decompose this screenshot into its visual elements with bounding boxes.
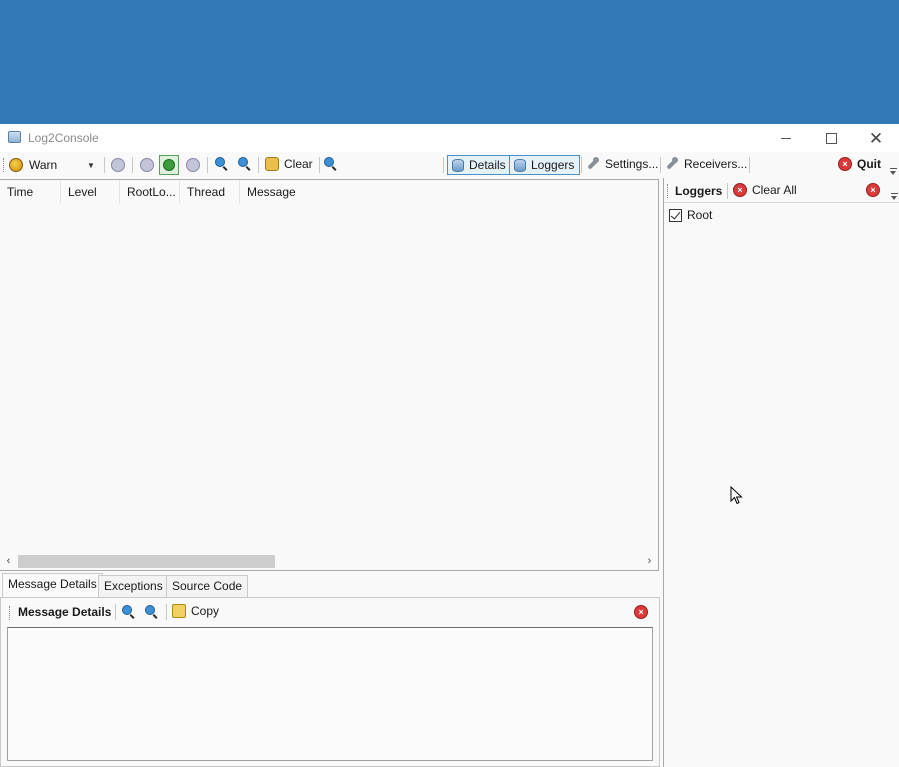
column-thread[interactable]: Thread — [180, 180, 240, 204]
toolbar-separator — [443, 157, 444, 173]
autoscroll-toggle[interactable] — [159, 155, 179, 175]
loggers-panel: Loggers × Clear All × Root — [663, 178, 899, 767]
details-title: Message Details — [18, 605, 112, 619]
maximize-icon — [825, 132, 837, 144]
clear-all-label: Clear All — [752, 183, 797, 197]
copy-icon — [172, 604, 186, 618]
quit-label: Quit — [857, 157, 881, 171]
column-header-row: Time Level RootLo... Thread Message — [0, 180, 658, 204]
clear-button[interactable]: Clear — [265, 157, 313, 171]
details-tab-strip: Message Details Exceptions Source Code — [0, 573, 660, 597]
app-window: Log2Console ✕ Warn ▼ Clear Details Logge… — [0, 124, 899, 767]
toolbar-separator — [207, 157, 208, 173]
close-loggers-icon[interactable]: × — [866, 183, 880, 197]
column-level[interactable]: Level — [61, 180, 120, 204]
radiation-icon — [9, 158, 23, 172]
toolbar-overflow-icon[interactable] — [890, 168, 897, 175]
receivers-button[interactable]: Receivers... — [665, 157, 747, 171]
clear-icon — [265, 157, 279, 171]
wrench-icon — [586, 157, 600, 171]
previous-icon[interactable] — [140, 158, 154, 172]
mouse-cursor-icon — [730, 486, 743, 505]
column-message[interactable]: Message — [240, 180, 360, 204]
database-icon — [514, 158, 526, 172]
horizontal-scrollbar[interactable]: ‹ › — [0, 552, 658, 570]
scrollbar-thumb[interactable] — [18, 555, 275, 568]
scroll-left-icon[interactable]: ‹ — [0, 552, 17, 570]
loggers-toggle-button[interactable]: Loggers — [509, 155, 581, 175]
toolbar-grip[interactable] — [667, 184, 670, 198]
copy-label: Copy — [191, 604, 220, 618]
window-title: Log2Console — [28, 131, 99, 145]
level-dropdown[interactable]: Warn ▼ — [9, 158, 95, 172]
toolbar-overflow-icon[interactable] — [891, 193, 898, 200]
tab-message-details[interactable]: Message Details — [2, 573, 103, 597]
message-text-area[interactable] — [7, 627, 653, 761]
tab-exceptions[interactable]: Exceptions — [98, 575, 169, 597]
clear-all-button[interactable]: × Clear All — [733, 183, 797, 197]
settings-label: Settings... — [605, 157, 659, 171]
toolbar-separator — [166, 604, 167, 620]
toolbar-separator — [749, 157, 750, 173]
toolbar-separator — [104, 157, 105, 173]
toolbar-separator — [319, 157, 320, 173]
logger-label: Root — [687, 208, 713, 222]
level-value: Warn — [29, 158, 58, 172]
zoom-in-icon[interactable] — [145, 605, 159, 619]
close-details-icon[interactable]: × — [634, 605, 648, 619]
minimize-button[interactable] — [763, 124, 809, 152]
copy-button[interactable]: Copy — [172, 604, 219, 618]
receivers-label: Receivers... — [684, 157, 748, 171]
pause-icon[interactable] — [111, 158, 125, 172]
toolbar-separator — [115, 604, 116, 620]
zoom-out-icon[interactable] — [215, 157, 229, 171]
database-icon — [452, 158, 464, 172]
maximize-button[interactable] — [808, 124, 854, 152]
autoscroll-icon — [163, 159, 175, 171]
title-bar[interactable]: Log2Console ✕ — [0, 124, 899, 152]
toolbar-separator — [660, 157, 661, 173]
zoom-in-icon[interactable] — [238, 157, 252, 171]
loggers-title: Loggers — [675, 184, 723, 198]
toolbar-separator — [258, 157, 259, 173]
chevron-down-icon: ▼ — [87, 160, 95, 170]
close-icon: ✕ — [868, 128, 884, 148]
wrench-icon — [665, 157, 679, 171]
minimize-icon — [781, 137, 791, 139]
search-icon[interactable] — [324, 157, 338, 171]
logger-checkbox[interactable] — [669, 208, 682, 222]
clear-all-icon: × — [733, 183, 747, 197]
column-time[interactable]: Time — [0, 180, 61, 204]
toolbar-separator — [727, 183, 728, 199]
main-toolbar: Warn ▼ Clear Details Loggers Settings...… — [0, 152, 899, 178]
toolbar-grip[interactable] — [9, 606, 12, 620]
loggers-label: Loggers — [531, 158, 575, 172]
zoom-out-icon[interactable] — [122, 605, 136, 619]
toolbar-grip[interactable] — [3, 158, 6, 172]
column-rootlogger[interactable]: RootLo... — [120, 180, 180, 204]
toolbar-separator — [132, 157, 133, 173]
details-label: Details — [469, 158, 506, 172]
message-details-panel: Message Details Copy × — [0, 597, 660, 767]
next-icon[interactable] — [186, 158, 200, 172]
clear-label: Clear — [284, 157, 313, 171]
logger-tree-item[interactable]: Root — [669, 208, 712, 222]
app-icon — [8, 131, 21, 143]
close-button[interactable]: ✕ — [853, 124, 899, 152]
scroll-right-icon[interactable]: › — [641, 552, 658, 570]
quit-button[interactable]: × Quit — [838, 157, 881, 171]
details-toolbar: Message Details Copy × — [5, 600, 655, 624]
tab-source-code[interactable]: Source Code — [166, 575, 249, 597]
quit-icon: × — [838, 157, 852, 171]
loggers-toolbar: Loggers × Clear All × — [664, 178, 899, 203]
log-grid[interactable]: Time Level RootLo... Thread Message ‹ › — [0, 179, 659, 571]
toolbar-separator — [581, 157, 582, 173]
details-toggle-button[interactable]: Details — [447, 155, 512, 175]
settings-button[interactable]: Settings... — [586, 157, 658, 171]
desktop-background — [0, 0, 899, 124]
